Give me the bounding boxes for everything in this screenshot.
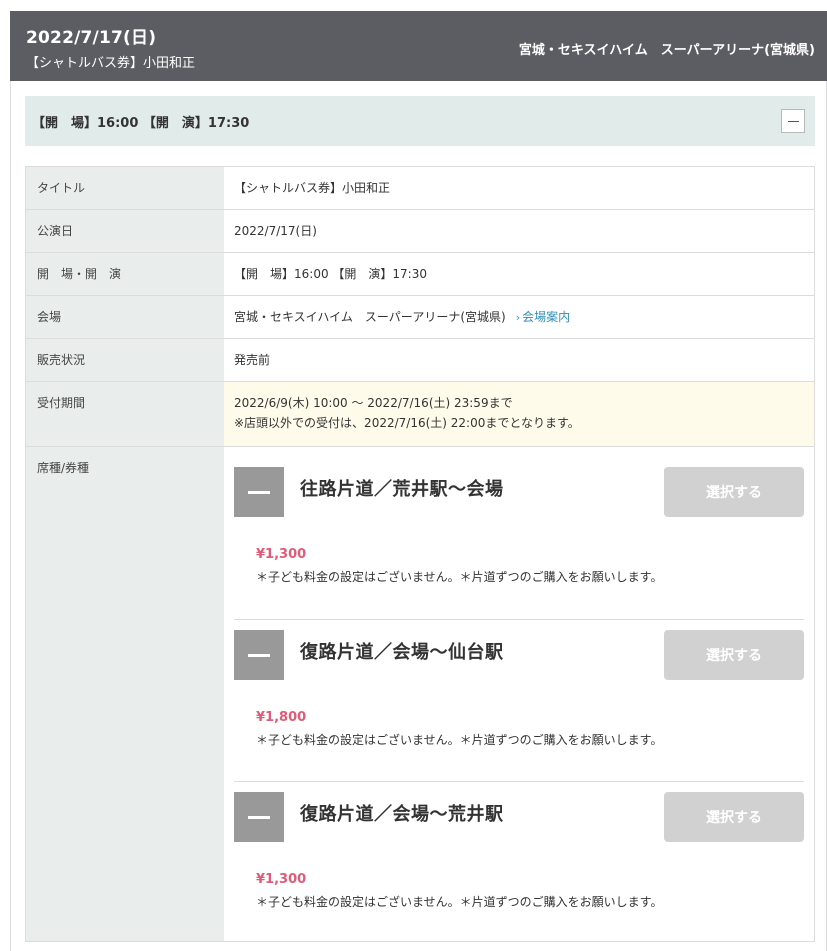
chevron-right-icon: › [515,311,521,324]
select-button[interactable]: 選択する [664,792,804,842]
time-value: 【開 場】16:00 【開 演】17:30 [234,267,427,281]
reception-label: 受付期間 [26,382,224,446]
select-button[interactable]: 選択する [664,630,804,680]
info-row-sales: 販売状況 発売前 [26,339,814,382]
minus-icon[interactable] [234,792,284,842]
info-row-date: 公演日 2022/7/17(日) [26,210,814,253]
info-row-reception: 受付期間 2022/6/9(木) 10:00 ～ 2022/7/16(土) 23… [26,382,814,447]
ticket-name: 復路片道／会場～荒井駅 [300,804,504,825]
ticket-name: 往路片道／荒井駅～会場 [300,479,504,500]
minus-icon[interactable] [234,467,284,517]
venue-guide-label: 会場案内 [522,310,571,324]
date-label: 公演日 [26,210,224,252]
ticket-name: 復路片道／会場～仙台駅 [300,642,504,663]
minus-icon[interactable] [234,630,284,680]
date-value: 2022/7/17(日) [234,224,317,238]
reception-cell: 2022/6/9(木) 10:00 ～ 2022/7/16(土) 23:59まで… [224,382,814,446]
seat-label: 席種/券種 [26,447,224,941]
select-button[interactable]: 選択する [664,467,804,517]
ticket-item: 往路片道／荒井駅～会場 選択する ¥1,300 ＊子ども料金の設定はございません… [234,467,804,619]
title-value: 【シャトルバス券】小田和正 [234,181,391,195]
time-label: 開 場・開 演 [26,253,224,295]
open-time-text: 【開 場】16:00 【開 演】17:30 [32,116,250,131]
venue-guide-link[interactable]: › 会場案内 [516,310,570,324]
sales-value: 発売前 [234,353,271,367]
ticket-item: 復路片道／会場～仙台駅 選択する ¥1,800 ＊子ども料金の設定はございません… [234,619,804,781]
ticket-price: ¥1,300 [256,547,307,562]
venue-cell: 宮城・セキスイハイム スーパーアリーナ(宮城県) › 会場案内 [224,296,814,338]
title-label: タイトル [26,167,224,209]
info-row-title: タイトル 【シャトルバス券】小田和正 [26,167,814,210]
venue-label: 会場 [26,296,224,338]
open-time-bar[interactable]: 【開 場】16:00 【開 演】17:30 [25,96,815,146]
event-subtitle: 【シャトルバス券】小田和正 [26,56,196,71]
ticket-inner: 復路片道／会場～荒井駅 選択する ¥1,300 ＊子ども料金の設定はございません… [234,792,804,931]
event-venue: 宮城・セキスイハイム スーパーアリーナ(宮城県) [518,43,815,58]
venue-value: 宮城・セキスイハイム スーパーアリーナ(宮城県) [234,310,506,324]
info-row-time: 開 場・開 演 【開 場】16:00 【開 演】17:30 [26,253,814,296]
info-row-seats: 席種/券種 往路片道／荒井駅～会場 選択する ¥1,300 ＊子ども料金の設定は… [26,447,814,942]
sales-label: 販売状況 [26,339,224,381]
ticket-price: ¥1,300 [256,872,307,887]
collapse-minus-icon[interactable] [781,109,805,133]
ticket-note: ＊子ども料金の設定はございません。＊片道ずつのご購入をお願いします。 [256,895,663,909]
ticket-note: ＊子ども料金の設定はございません。＊片道ずつのご購入をお願いします。 [256,570,663,584]
ticket-item: 復路片道／会場～荒井駅 選択する ¥1,300 ＊子ども料金の設定はございません… [234,781,804,931]
event-info-table: タイトル 【シャトルバス券】小田和正 公演日 2022/7/17(日) 開 場・… [25,166,815,942]
event-header: 2022/7/17(日) 【シャトルバス券】小田和正 宮城・セキスイハイム スー… [10,11,827,81]
reception-period: 2022/6/9(木) 10:00 ～ 2022/7/16(土) 23:59まで [234,396,513,410]
ticket-note: ＊子ども料金の設定はございません。＊片道ずつのご購入をお願いします。 [256,733,663,747]
info-row-venue: 会場 宮城・セキスイハイム スーパーアリーナ(宮城県) › 会場案内 [26,296,814,339]
ticket-price: ¥1,800 [256,710,307,725]
reception-note: ※店頭以外での受付は、2022/7/16(土) 22:00までとなります。 [234,416,580,430]
ticket-inner: 復路片道／会場～仙台駅 選択する ¥1,800 ＊子ども料金の設定はございません… [234,630,804,781]
ticket-list: 往路片道／荒井駅～会場 選択する ¥1,300 ＊子ども料金の設定はございません… [224,447,814,941]
event-date: 2022/7/17(日) [26,28,157,48]
